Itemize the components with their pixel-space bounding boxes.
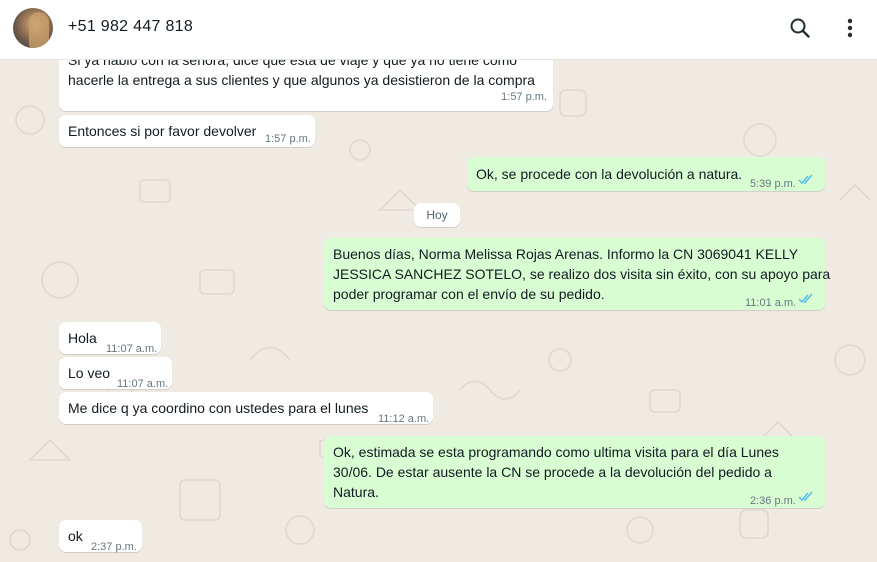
read-receipt-icon: [798, 491, 813, 502]
message-time: 2:36 p.m.: [750, 495, 796, 507]
message-text-line: ok: [68, 528, 83, 544]
message-bubble-incoming[interactable]: ok 2:37 p.m.: [59, 520, 142, 553]
search-icon[interactable]: [786, 14, 814, 42]
message-time: 11:12 a.m.: [378, 413, 430, 425]
message-time: 11:07 a.m.: [106, 343, 158, 355]
message-bubble-incoming[interactable]: Lo veo 11:07 a.m.: [59, 357, 172, 390]
message-text-line: Natura.: [333, 484, 379, 500]
message-text-line: Ok, estimada se esta programando como ul…: [333, 444, 779, 460]
message-bubble-incoming[interactable]: Hola 11:07 a.m.: [59, 322, 161, 355]
kebab-menu-icon[interactable]: [836, 14, 864, 42]
message-text-line: Me dice q ya coordino con ustedes para e…: [68, 400, 369, 416]
message-list[interactable]: Si ya habló con la señora, dice que está…: [0, 60, 877, 562]
day-separator: Hoy: [414, 203, 460, 227]
message-time: 11:01 a.m.: [745, 297, 797, 309]
contact-name[interactable]: +51 982 447 818: [68, 18, 193, 36]
message-text-line: hacerle la entrega a sus clientes y que …: [68, 72, 535, 88]
message-time: 1:57 p.m.: [501, 91, 547, 103]
message-text-line: Hola: [68, 330, 97, 346]
message-text-line: Entonces si por favor devolver: [68, 123, 257, 139]
message-text-line: JESSICA SANCHEZ SOTELO, se realizo dos v…: [333, 266, 831, 282]
message-bubble-outgoing[interactable]: Ok, se procede con la devolución a natur…: [467, 157, 825, 191]
message-text-line: 30/06. De estar ausente la CN se procede…: [333, 464, 772, 480]
message-text-line: Buenos días, Norma Melissa Rojas Arenas.…: [333, 246, 799, 262]
message-time: 11:07 a.m.: [117, 378, 169, 390]
contact-avatar[interactable]: [13, 8, 53, 48]
message-time: 5:39 p.m.: [750, 178, 796, 190]
message-text-line: Lo veo: [68, 365, 111, 381]
read-receipt-icon: [798, 293, 813, 304]
message-bubble-incoming[interactable]: Entonces si por favor devolver 1:57 p.m.: [59, 115, 315, 147]
message-text-line: Ok, se procede con la devolución a natur…: [476, 166, 743, 182]
message-bubble-incoming[interactable]: Me dice q ya coordino con ustedes para e…: [59, 392, 433, 425]
message-text-line: Si ya habló con la señora, dice que está…: [68, 60, 518, 68]
message-bubble-outgoing[interactable]: Ok, estimada se esta programando como ul…: [324, 436, 825, 508]
chat-header: +51 982 447 818: [0, 0, 877, 60]
message-bubble-incoming[interactable]: Si ya habló con la señora, dice que está…: [59, 60, 553, 111]
message-time: 2:37 p.m.: [91, 541, 137, 553]
message-bubble-outgoing[interactable]: Buenos días, Norma Melissa Rojas Arenas.…: [324, 238, 830, 310]
read-receipt-icon: [798, 174, 813, 185]
message-time: 1:57 p.m.: [265, 133, 311, 145]
